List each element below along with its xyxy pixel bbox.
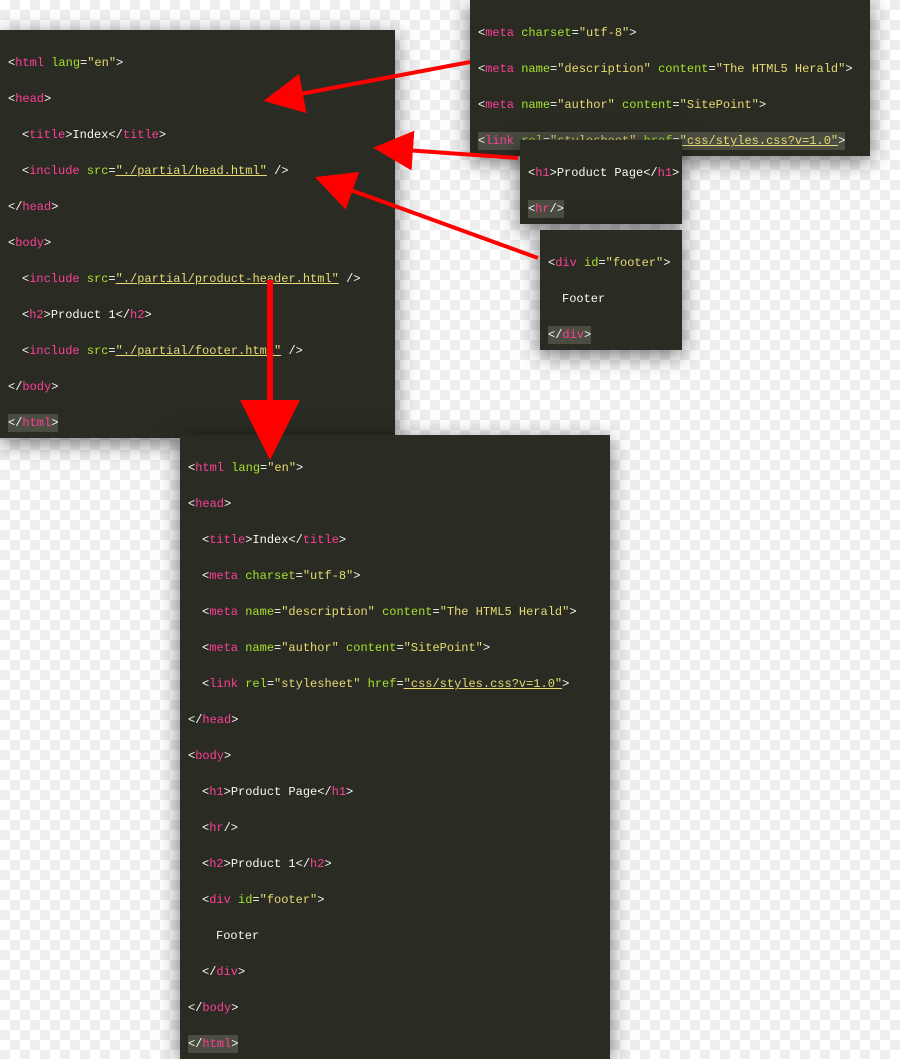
code-line: <html lang="en"> xyxy=(8,54,387,72)
code-line: <div id="footer"> xyxy=(188,891,602,909)
code-line: </body> xyxy=(188,999,602,1017)
code-line: <include src="./partial/product-header.h… xyxy=(8,270,387,288)
code-line: <body> xyxy=(8,234,387,252)
code-line: <div id="footer"> xyxy=(548,254,674,272)
code-line: </head> xyxy=(188,711,602,729)
footer-partial-panel: <div id="footer"> Footer </div> xyxy=(540,230,682,350)
code-line: <meta charset="utf-8"> xyxy=(478,24,862,42)
code-line: <meta name="author" content="SitePoint"> xyxy=(478,96,862,114)
main-source-panel: <html lang="en"> <head> <title>Index</ti… xyxy=(0,30,395,438)
code-line: <title>Index</title> xyxy=(8,126,387,144)
code-line: </html> xyxy=(8,414,58,432)
code-line: </html> xyxy=(188,1035,238,1053)
header-partial-panel: <h1>Product Page</h1> <hr/> xyxy=(520,140,682,224)
code-line: <title>Index</title> xyxy=(188,531,602,549)
result-panel: <html lang="en"> <head> <title>Index</ti… xyxy=(180,435,610,1059)
code-line: <hr/> xyxy=(188,819,602,837)
code-line: <body> xyxy=(188,747,602,765)
code-line: </div> xyxy=(188,963,602,981)
code-line: <meta name="author" content="SitePoint"> xyxy=(188,639,602,657)
code-line: <head> xyxy=(8,90,387,108)
code-line: Footer xyxy=(548,290,674,308)
code-line: <html lang="en"> xyxy=(188,459,602,477)
code-line: <h2>Product 1</h2> xyxy=(188,855,602,873)
code-line: <link rel="stylesheet" href="css/styles.… xyxy=(188,675,602,693)
code-line: <meta charset="utf-8"> xyxy=(188,567,602,585)
head-partial-panel: <meta charset="utf-8"> <meta name="descr… xyxy=(470,0,870,156)
code-line: <h1>Product Page</h1> xyxy=(528,164,674,182)
code-line: <include src="./partial/footer.html" /> xyxy=(8,342,387,360)
code-line: <head> xyxy=(188,495,602,513)
code-line: <meta name="description" content="The HT… xyxy=(188,603,602,621)
code-line: <h1>Product Page</h1> xyxy=(188,783,602,801)
code-line: <hr/> xyxy=(528,200,564,218)
code-line: </body> xyxy=(8,378,387,396)
code-line: </div> xyxy=(548,326,591,344)
code-line: Footer xyxy=(188,927,602,945)
code-line: <meta name="description" content="The HT… xyxy=(478,60,862,78)
code-line: </head> xyxy=(8,198,387,216)
code-line: <h2>Product 1</h2> xyxy=(8,306,387,324)
code-line: <include src="./partial/head.html" /> xyxy=(8,162,387,180)
